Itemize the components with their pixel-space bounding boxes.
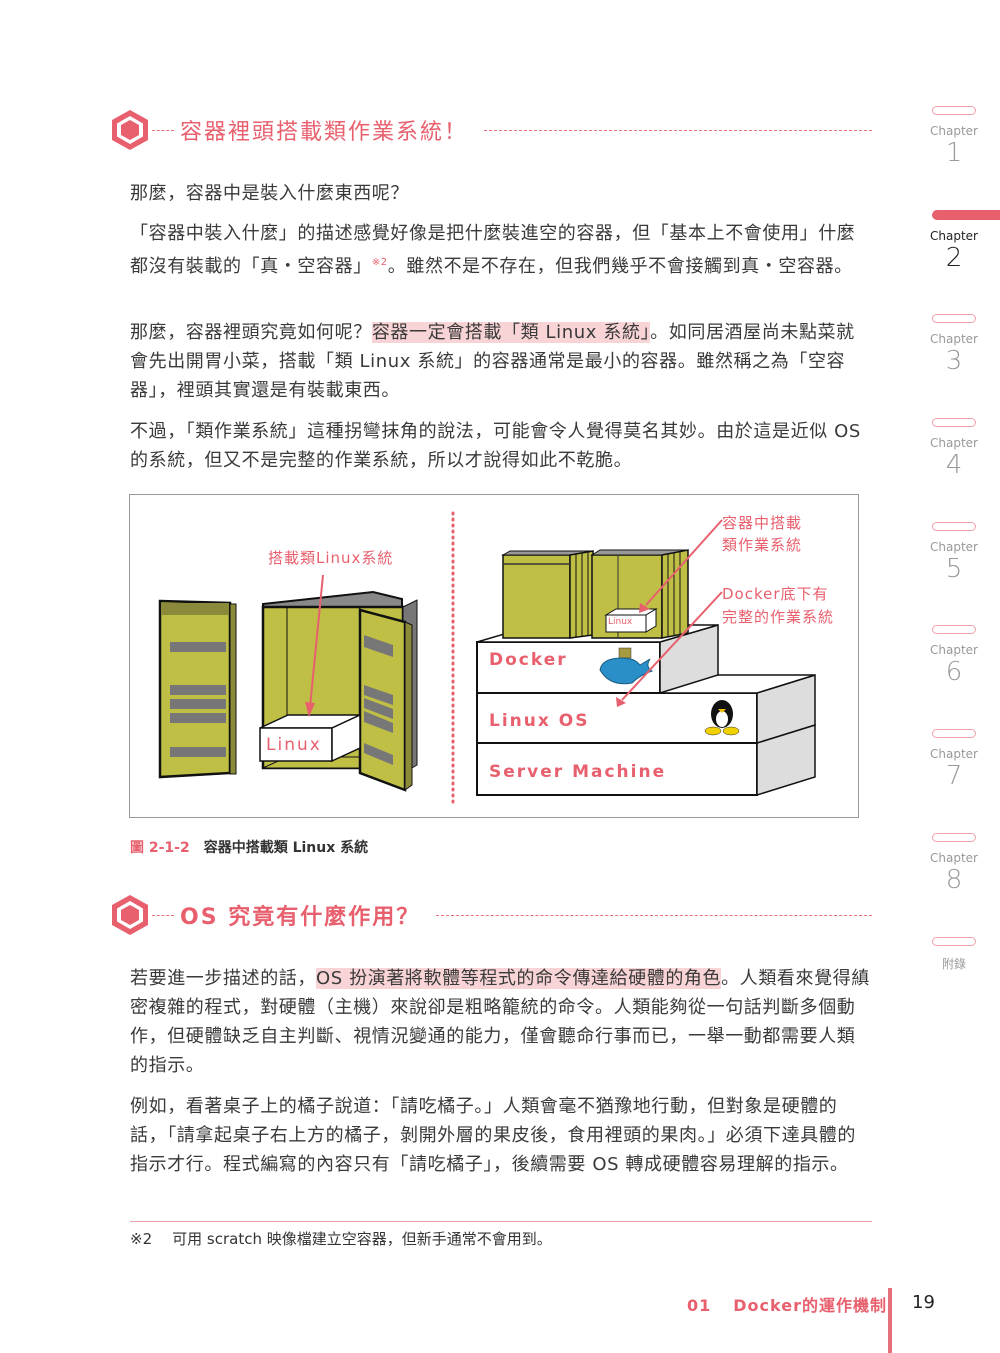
dash-divider [484, 129, 872, 131]
figure-label: Docker底下有 [722, 585, 829, 603]
chapter-label: Chapter [930, 851, 978, 865]
tab-marker [932, 625, 976, 634]
paragraph: 「容器中裝入什麼」的描述感覺好像是把什麼裝進空的容器，但「基本上不會使用」什麼都… [130, 219, 872, 281]
paragraph: 例如，看著桌子上的橘子說道：「請吃橘子。」人類會毫不猶豫地行動，但對象是硬體的話… [130, 1096, 856, 1175]
caption-text: 容器中搭載類 Linux 系統 [203, 840, 369, 856]
figure-label: 完整的作業系統 [722, 608, 835, 626]
chapter-number: 1 [945, 138, 963, 168]
text: 。雖然不是不存在，但我們幾乎不會接觸到真・空容器。 [387, 256, 853, 277]
chapter-tab-7[interactable]: Chapter 7 [928, 729, 980, 791]
section-heading: OS 究竟有什麼作用？ [110, 893, 872, 937]
chapter-number: 8 [945, 865, 963, 895]
linux-box-label: Linux [608, 617, 633, 627]
figure-label: 搭載類Linux系統 [268, 549, 394, 567]
paragraph: 那麼，容器裡頭究竟如何呢？容器一定會搭載「類 Linux 系統」。如同居酒屋尚未… [130, 318, 872, 405]
dash-divider [436, 914, 872, 916]
chapter-label: Chapter [930, 747, 978, 761]
figure-caption: 圖 2-1-2 容器中搭載類 Linux 系統 [130, 837, 368, 857]
section-title: 容器裡頭搭載類作業系統！ [180, 120, 469, 145]
tab-marker [932, 106, 976, 115]
chapter-number: 2 [945, 243, 963, 273]
figure-container-os: 搭載類Linux系統 Linux Linux 容器中搭載 類作業系統 Docke… [129, 494, 859, 818]
chapter-section-title: Docker的運作機制 [733, 1296, 887, 1315]
tab-marker-active [932, 210, 1000, 220]
paragraph: 那麼，容器中是裝入什麼東西呢？ [130, 183, 409, 204]
dash-divider [152, 914, 174, 916]
chapter-tab-2[interactable]: Chapter 2 [928, 210, 1000, 273]
linux-box-label: Linux [266, 735, 322, 755]
highlighted-text: OS 扮演著將軟體等程式的命令傳達給硬體的角色 [316, 968, 722, 989]
chapter-tab-5[interactable]: Chapter 5 [928, 522, 980, 584]
layer-linux-label: Linux OS [489, 711, 590, 731]
footnote-ref[interactable]: ※2 [372, 257, 388, 268]
chapter-number: 7 [945, 761, 963, 791]
section-heading: 容器裡頭搭載類作業系統！ [110, 108, 872, 152]
page-number: 19 [912, 1292, 935, 1313]
tab-marker [932, 937, 976, 946]
chapter-tab-3[interactable]: Chapter 3 [928, 314, 980, 376]
chapter-label: Chapter [930, 332, 978, 346]
open-container-illustration [158, 574, 418, 792]
hexagon-icon [112, 895, 148, 935]
running-footer: 01 Docker的運作機制 [687, 1292, 887, 1316]
tab-marker [932, 729, 976, 738]
footnote-divider [130, 1221, 872, 1222]
layer-docker-label: Docker [489, 650, 568, 670]
chapter-label: Chapter [930, 436, 978, 450]
dash-divider [152, 129, 174, 131]
section-title: OS 究竟有什麼作用？ [180, 905, 421, 930]
chapter-tab-1[interactable]: Chapter 1 [928, 106, 980, 168]
text: 那麼，容器裡頭究竟如何呢？ [130, 322, 372, 343]
chapter-label: Chapter [930, 643, 978, 657]
chapter-label: Chapter [930, 124, 978, 138]
chapter-number: 3 [945, 346, 963, 376]
footnote-text: 可用 scratch 映像檔建立空容器，但新手通常不會用到。 [172, 1230, 552, 1248]
chapter-section-number: 01 [687, 1296, 712, 1315]
text: 若要進一步描述的話， [130, 968, 316, 989]
tab-marker [932, 314, 976, 323]
footer-bar [888, 1288, 892, 1353]
layer-server-label: Server Machine [489, 762, 667, 782]
chapter-tab-4[interactable]: Chapter 4 [928, 418, 980, 480]
tab-marker [932, 522, 976, 531]
chapter-number: 6 [945, 657, 963, 687]
figure-label: 容器中搭載 [722, 514, 803, 532]
highlighted-text: 容器一定會搭載「類 Linux 系統」 [371, 322, 651, 343]
tab-marker [932, 418, 976, 427]
chapter-number: 5 [945, 554, 963, 584]
chapter-label: Chapter [930, 540, 978, 554]
chapter-tab-6[interactable]: Chapter 6 [928, 625, 980, 687]
chapter-number: 4 [945, 450, 963, 480]
chapter-label: Chapter [930, 229, 978, 243]
caption-number: 圖 2-1-2 [130, 840, 190, 856]
figure-label: 類作業系統 [722, 536, 803, 554]
appendix-tab[interactable]: 附錄 [928, 937, 980, 972]
tab-marker [932, 833, 976, 842]
appendix-label: 附錄 [941, 957, 966, 971]
paragraph: 不過，「類作業系統」這種拐彎抹角的說法，可能會令人覺得莫名其妙。由於這是近似 O… [130, 421, 861, 471]
paragraph: 若要進一步描述的話，OS 扮演著將軟體等程式的命令傳達給硬體的角色。人類看來覺得… [130, 964, 872, 1080]
chapter-tab-8[interactable]: Chapter 8 [928, 833, 980, 895]
hexagon-icon [112, 110, 148, 150]
footnote-mark: ※2 [130, 1230, 153, 1248]
footnote: ※2 可用 scratch 映像檔建立空容器，但新手通常不會用到。 [130, 1228, 552, 1249]
